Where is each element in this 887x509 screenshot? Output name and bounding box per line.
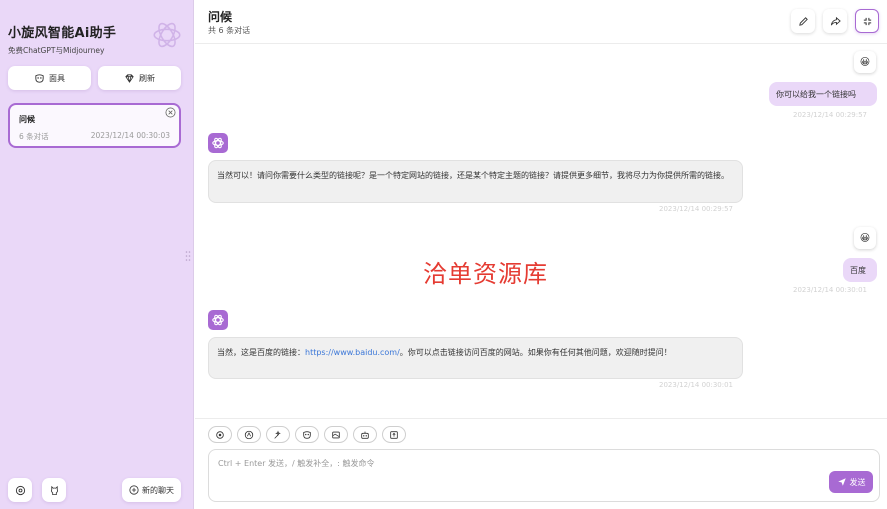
new-chat-button[interactable]: 新的聊天 [122,478,181,502]
user-message: 你可以给我一个链接吗 [769,82,877,106]
assistant-message-text: 当然可以！请问你需要什么类型的链接呢？是一个特定网站的链接，还是某个特定主题的链… [217,171,729,180]
chatgpt-icon [212,314,224,326]
robot-icon [361,431,369,439]
chatgpt-logo-icon [153,22,181,48]
chat-item-count: 6 条对话 [19,132,49,141]
chat-settings-tool[interactable] [208,426,232,443]
send-button[interactable]: 发送 [829,471,873,493]
refresh-button-label: 刷新 [139,73,155,83]
chat-subtitle: 共 6 条对话 [208,26,251,35]
prompt-tool[interactable] [266,426,290,443]
github-icon [50,485,58,495]
baidu-link[interactable]: https://www.baidu.com/ [305,348,400,357]
bot-avatar [208,310,228,330]
mask-tool[interactable] [295,426,319,443]
pencil-icon [798,16,808,26]
mask-button[interactable]: 面具 [8,66,91,90]
chat-title: 问候 [208,10,233,24]
share-button[interactable] [823,9,847,33]
message-timestamp: 2023/12/14 00:29:57 [793,111,868,119]
chat-item-title: 问候 [19,115,35,124]
delete-chat-icon[interactable] [165,107,176,118]
send-button-label: 发送 [849,477,866,487]
refresh-button[interactable]: 刷新 [98,66,181,90]
brand: 小旋风智能Ai助手 免费ChatGPT与Midjourney [8,22,116,56]
message-input-box: 发送 [208,449,880,502]
message-timestamp: 2023/12/14 00:29:57 [659,205,734,213]
user-message-text: 百度 [850,265,866,275]
prompt-icon [274,429,281,439]
message-input[interactable] [218,458,818,474]
assistant-message: 当然可以！请问你需要什么类型的链接呢？是一个特定网站的链接，还是某个特定主题的链… [208,160,743,203]
assistant-message-text-before: 当然，这是百度的链接： [217,348,305,357]
message-timestamp: 2023/12/14 00:30:01 [659,381,734,389]
share-icon [830,16,841,25]
brand-title: 小旋风智能Ai助手 [8,26,117,41]
github-button[interactable] [42,478,66,502]
rename-button[interactable] [791,9,815,33]
chat-list-item[interactable]: 问候 6 条对话 2023/12/14 00:30:03 [8,103,181,148]
watermark-text: 洽单资源库 [423,260,548,288]
assistant-message: 当然，这是百度的链接：https://www.baidu.com/。你可以点击链… [208,337,743,379]
image-icon [332,431,340,438]
robot-tool[interactable] [353,426,377,443]
add-circle-icon [129,485,139,495]
upload-tool[interactable] [382,426,406,443]
settings-button[interactable] [8,478,32,502]
assistant-message-text-after: 。你可以点击链接访问百度的网站。如果你有任何其他问题，欢迎随时提问！ [399,348,672,357]
chat-item-time: 2023/12/14 00:30:03 [90,131,170,140]
drag-handle-icon[interactable] [185,250,191,262]
collapse-icon [863,17,871,25]
fullscreen-button[interactable] [855,9,879,33]
brand-subtitle: 免费ChatGPT与Midjourney [8,46,105,55]
chat-messages: 😀 你可以给我一个链接吗 2023/12/14 00:29:57 当然可以！请问… [195,45,887,418]
user-emoji: 😀 [859,232,871,244]
bot-avatar [208,133,228,153]
send-icon [837,478,846,486]
mask-button-label: 面具 [49,73,65,83]
sidebar: 小旋风智能Ai助手 免费ChatGPT与Midjourney 面具 刷新 问候 … [0,0,194,509]
image-tool[interactable] [324,426,348,443]
theme-icon [244,430,254,439]
user-avatar[interactable]: 😀 [854,51,876,73]
chat-header: 问候 共 6 条对话 [195,0,887,44]
theme-tool[interactable] [237,426,261,443]
settings-icon [216,430,224,439]
settings-icon [15,485,25,495]
user-message: 百度 [843,258,877,282]
upload-icon [390,430,398,439]
composer: 发送 [195,418,887,509]
mask-icon [34,73,45,84]
user-avatar[interactable]: 😀 [854,227,876,249]
chatgpt-icon [212,137,224,149]
user-emoji: 😀 [859,56,871,68]
mask-icon [303,430,311,439]
message-timestamp: 2023/12/14 00:30:01 [793,286,868,294]
new-chat-label: 新的聊天 [142,485,174,495]
user-message-text: 你可以给我一个链接吗 [776,89,856,99]
diamond-icon [124,73,135,84]
